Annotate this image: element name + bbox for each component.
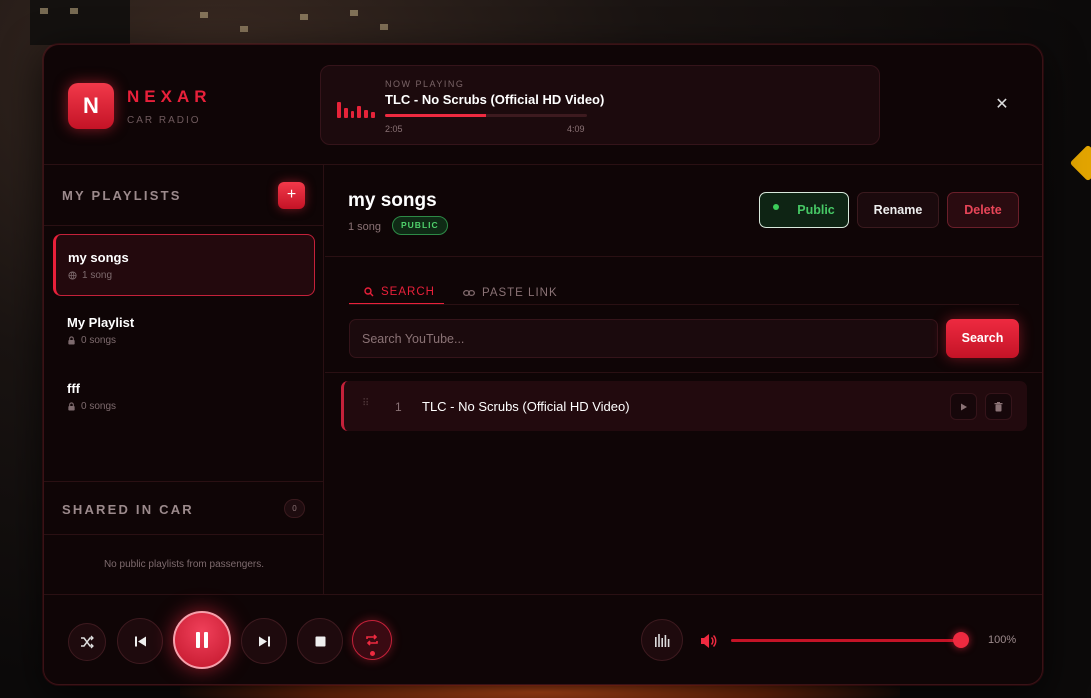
sidebar-header: MY PLAYLISTS + [44,165,324,226]
delete-song-button[interactable] [985,393,1012,420]
tab-paste-link[interactable]: PASTE LINK [463,280,558,305]
playlist-title: my songs [348,190,437,211]
volume-icon[interactable] [699,632,717,650]
tab-search[interactable]: SEARCH [349,280,444,305]
background-building [30,0,130,45]
add-playlist-button[interactable]: + [278,182,305,209]
pause-icon [196,632,208,648]
song-title: TLC - No Scrubs (Official HD Video) [422,399,630,414]
tabs-underline [349,304,1019,305]
now-playing-title: TLC - No Scrubs (Official HD Video) [385,92,605,107]
song-row[interactable]: ⠿ 1 TLC - No Scrubs (Official HD Video) [341,381,1027,431]
sidebar-title: MY PLAYLISTS [62,188,182,203]
drag-handle-icon[interactable]: ⠿ [362,398,369,409]
volume-slider[interactable] [731,639,962,642]
stop-icon [315,636,325,646]
search-input[interactable] [349,319,938,358]
playlist-name: My Playlist [67,315,135,330]
shuffle-button[interactable] [68,623,106,661]
background-window [70,8,78,14]
now-playing-card: NOW PLAYING TLC - No Scrubs (Official HD… [320,65,880,145]
volume-fill [731,639,962,642]
lock-icon [68,402,75,411]
car-radio-app: N NEXAR CAR RADIO NOW PLAYING TLC - No S… [43,44,1043,685]
shared-title: SHARED IN CAR [62,502,194,517]
brand-name: NEXAR [127,87,212,106]
equalizer-icon [655,634,670,647]
search-button[interactable]: Search [946,319,1019,358]
playlist-item-my-playlist[interactable]: My Playlist 0 songs [53,300,315,362]
repeat-icon [366,634,378,646]
shared-empty-text: No public playlists from passengers. [103,559,265,570]
public-toggle-button[interactable]: Public [759,192,849,228]
background-window [380,24,388,30]
duration: 4:09 [567,124,585,134]
playlist-meta: 0 songs [81,401,117,412]
close-icon[interactable]: ✕ [992,95,1012,115]
equalizer-icon [337,98,375,118]
search-icon [364,286,374,296]
public-dot-icon [773,203,780,210]
skip-previous-icon [134,636,146,646]
delete-button[interactable]: Delete [947,192,1019,228]
playlist-name: my songs [68,250,129,265]
next-button[interactable] [241,618,287,664]
now-playing-label: NOW PLAYING [385,79,465,89]
background-window [300,14,308,20]
progress-bar[interactable] [385,114,587,117]
equalizer-button[interactable] [641,619,683,661]
background-window [40,8,48,14]
playlist-meta: 0 songs [81,335,117,346]
current-time: 2:05 [385,124,403,134]
header: N NEXAR CAR RADIO NOW PLAYING TLC - No S… [44,45,1042,165]
shared-count-badge: 0 [284,499,305,518]
progress-fill [385,114,486,117]
lock-icon [68,336,75,345]
divider [325,372,1042,373]
sidebar: MY PLAYLISTS + my songs 1 song My Playli… [44,165,324,594]
play-icon [960,403,967,410]
song-number: 1 [395,400,402,414]
playlist-song-count: 1 song [348,221,382,233]
background-window [240,26,248,32]
background-window [200,12,208,18]
background-road-sign [1069,144,1091,182]
playlist-meta: 1 song [82,270,113,281]
play-song-button[interactable] [950,393,977,420]
previous-button[interactable] [117,618,163,664]
divider [325,256,1042,257]
volume-percent: 100% [988,634,1017,646]
globe-icon [68,271,77,280]
rename-button[interactable]: Rename [857,192,939,228]
link-icon [463,289,475,296]
shared-in-car-header: SHARED IN CAR 0 [44,481,324,535]
public-badge: PUBLIC [392,216,448,235]
playlist-item-my-songs[interactable]: my songs 1 song [53,234,315,296]
skip-next-icon [258,636,270,646]
background-window [350,10,358,16]
main-panel: my songs 1 song PUBLIC Public Rename Del… [325,165,1042,594]
brand-subtitle: CAR RADIO [127,115,201,126]
stop-button[interactable] [297,618,343,664]
playlist-item-fff[interactable]: fff 0 songs [53,366,315,428]
play-pause-button[interactable] [173,611,231,669]
repeat-active-indicator [370,651,375,656]
trash-icon [994,401,1003,411]
volume-slider-handle[interactable] [953,632,969,648]
logo: N [68,83,114,129]
playlist-name: fff [67,381,80,396]
player-controls: 100% [44,594,1042,684]
shuffle-icon [81,635,94,649]
